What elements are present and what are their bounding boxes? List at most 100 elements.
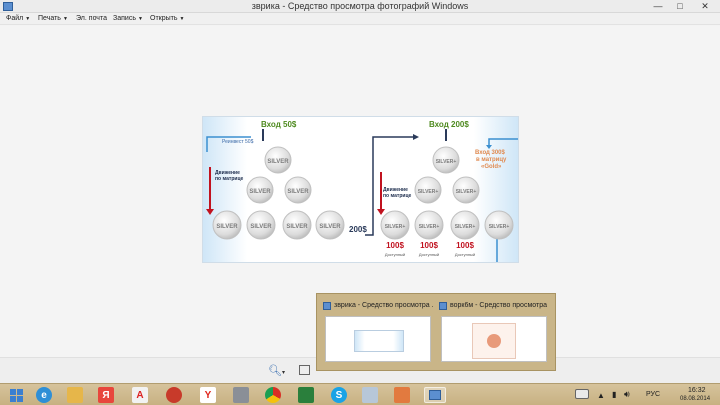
minimize-button[interactable]: —	[649, 0, 667, 13]
thumbnail-title-1: зврика - Средство просмотра ...	[334, 302, 433, 309]
matrix-diagram: Вход 50$ Реинвест 50$ Движение по матриц…	[206, 120, 518, 262]
app-icon-5[interactable]	[362, 387, 378, 403]
coin-silver-label: SILVER	[250, 224, 272, 230]
move-right-label-2: по матрице	[383, 193, 412, 199]
coin-silver-label: SILVER	[267, 159, 289, 165]
taskbar-thumbnail-popup: зврика - Средство просмотра ... ворк6м -…	[316, 293, 556, 371]
menu-email-label: Эл. почта	[76, 15, 107, 22]
menu-email[interactable]: Эл. почта	[76, 13, 107, 25]
coin-left-3: SILVER	[284, 176, 312, 204]
coin-right-5: SILVER+	[414, 210, 444, 240]
internet-explorer-icon[interactable]: e	[36, 387, 52, 403]
displayed-image: Вход 50$ Реинвест 50$ Движение по матриц…	[202, 116, 519, 263]
file-explorer-icon[interactable]	[67, 387, 83, 403]
coin-silver-label: SILVER	[319, 224, 341, 230]
chevron-down-icon: ▼	[62, 16, 68, 22]
payout-label-3: 100$	[456, 241, 474, 250]
menu-print[interactable]: Печать ▼	[38, 13, 68, 25]
menu-open-label: Открыть	[150, 15, 178, 22]
available-label-3: Доступный	[455, 252, 475, 257]
coin-left-5: SILVER	[246, 210, 276, 240]
coin-left-4: SILVER	[212, 210, 242, 240]
coin-silver-plus-label: SILVER+	[419, 224, 440, 230]
chevron-down-icon: ▼	[179, 16, 185, 22]
available-label-2: Доступный	[419, 252, 439, 257]
skype-icon[interactable]: S	[331, 387, 347, 403]
coin-right-4: SILVER+	[380, 210, 410, 240]
title-bar: зврика - Средство просмотра фотографий W…	[0, 0, 720, 13]
gold-label-1: Вход 300$	[475, 150, 506, 156]
menu-bar: Файл ▼ Печать ▼ Эл. почта Запись ▼ Открыть ▼	[0, 13, 720, 25]
menu-open[interactable]: Открыть ▼	[150, 13, 184, 25]
coin-silver-label: SILVER	[216, 224, 238, 230]
coin-left-7: SILVER	[315, 210, 345, 240]
yandex-icon[interactable]: Я	[98, 387, 114, 403]
coin-right-1: SILVER+	[432, 146, 460, 174]
gold-arrow	[488, 138, 518, 147]
coin-silver-plus-label: SILVER+	[436, 159, 457, 165]
app-icon[interactable]: A	[132, 387, 148, 403]
app-icon-2[interactable]	[166, 387, 182, 403]
coin-silver-plus-label: SILVER+	[489, 224, 510, 230]
photo-viewer-taskbar-button[interactable]	[424, 387, 446, 403]
menu-burn-label: Запись	[113, 15, 136, 22]
app-icon-4[interactable]	[298, 387, 314, 403]
chevron-down-icon: ▼	[25, 16, 31, 22]
available-label-1: Доступный	[385, 252, 405, 257]
coin-left-2: SILVER	[246, 176, 274, 204]
coin-silver-label: SILVER	[286, 224, 308, 230]
thumbnail-window-2[interactable]: ворк6м - Средство просмотра ...	[439, 300, 549, 364]
move-left-label-2: по матрице	[215, 176, 244, 182]
menu-burn[interactable]: Запись ▼	[113, 13, 143, 25]
payout-label-2: 100$	[420, 241, 438, 250]
clock-date[interactable]: 08.08.2014	[680, 396, 710, 402]
coin-silver-plus-label: SILVER+	[455, 224, 476, 230]
close-button[interactable]: ✕	[690, 0, 720, 13]
thumbnail-title-2: ворк6м - Средство просмотра ...	[450, 302, 549, 309]
window-title: зврика - Средство просмотра фотографий W…	[251, 1, 469, 11]
move-left-arrowhead	[206, 209, 214, 215]
thumbnail-preview-2	[441, 316, 547, 362]
payout-label-1: 100$	[386, 241, 404, 250]
coin-silver-label: SILVER	[249, 189, 271, 195]
thumbnail-preview-1	[325, 316, 431, 362]
keyboard-icon[interactable]	[575, 389, 589, 399]
gold-label-3: «Gold»	[481, 164, 502, 170]
coin-silver-plus-label: SILVER+	[418, 189, 439, 195]
entry-right-label: Вход 200$	[429, 120, 469, 129]
menu-file-label: Файл	[6, 15, 24, 22]
thumbnail-image-2-shape	[487, 334, 501, 348]
coin-right-7: SILVER+	[484, 210, 514, 240]
volume-icon[interactable]: 🔊︎	[624, 389, 630, 400]
chrome-icon[interactable]	[265, 387, 281, 403]
entry-left-label: Вход 50$	[261, 120, 297, 129]
language-indicator[interactable]: РУС	[646, 391, 660, 398]
move-right-arrowhead	[377, 209, 385, 215]
yandex-browser-icon[interactable]: Y	[200, 387, 216, 403]
gold-arrowhead	[486, 145, 492, 149]
coin-right-3: SILVER+	[452, 176, 480, 204]
clock-time[interactable]: 16:32	[688, 387, 706, 394]
menu-file[interactable]: Файл ▼	[6, 13, 30, 25]
menu-print-label: Печать	[38, 15, 61, 22]
coin-silver-plus-label: SILVER+	[456, 189, 477, 195]
tray-chevron-icon[interactable]: ▲	[597, 391, 605, 400]
actual-size-icon[interactable]	[299, 365, 310, 375]
coin-silver-label: SILVER	[287, 189, 309, 195]
thumbnail-image-1	[354, 330, 404, 352]
coin-left-1: SILVER	[264, 146, 292, 174]
paint-icon[interactable]	[394, 387, 410, 403]
windows-start-icon[interactable]	[8, 387, 24, 403]
transfer-label: 200$	[349, 225, 367, 234]
app-icon-3[interactable]	[233, 387, 249, 403]
transfer-arrowhead	[413, 134, 419, 140]
maximize-button[interactable]: □	[671, 0, 689, 13]
thumbnail-window-1[interactable]: зврика - Средство просмотра ...	[323, 300, 433, 364]
coin-silver-plus-label: SILVER+	[385, 224, 406, 230]
network-icon[interactable]: ▮	[612, 390, 616, 399]
thumbnail-image-2	[472, 323, 516, 359]
gold-label-2: в матрицу	[476, 157, 507, 163]
coin-left-6: SILVER	[282, 210, 312, 240]
zoom-icon[interactable]: 🔍︎▾	[268, 364, 285, 377]
taskbar: e Я A Y S ▲ ▮ 🔊︎ РУС 16:32 08.08.2014	[0, 383, 720, 405]
